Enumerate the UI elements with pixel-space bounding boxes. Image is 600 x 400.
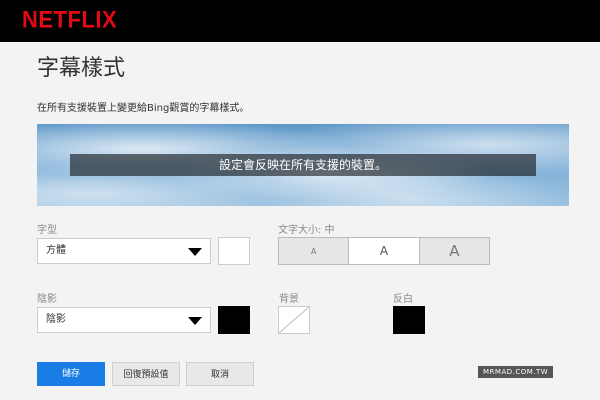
no-color-icon	[279, 307, 309, 333]
window-label: 反白	[393, 294, 413, 305]
preview-caption: 設定會反映在所有支援的裝置。	[70, 154, 536, 176]
shadow-select[interactable]: 陰影	[37, 307, 211, 333]
font-select-value: 方體	[46, 245, 66, 256]
top-bar: NETFLIX	[0, 0, 600, 42]
shadow-select-value: 陰影	[46, 314, 66, 325]
background-color-swatch[interactable]	[278, 306, 310, 334]
chevron-down-icon	[188, 248, 202, 256]
text-size-large[interactable]: A	[419, 238, 489, 264]
cancel-button[interactable]: 取消	[186, 362, 254, 386]
background-label: 背景	[279, 294, 299, 305]
text-size-medium[interactable]: A	[349, 238, 420, 264]
text-size-small[interactable]: A	[279, 238, 350, 264]
shadow-color-swatch[interactable]	[218, 306, 250, 334]
chevron-down-icon	[188, 317, 202, 325]
font-select[interactable]: 方體	[37, 238, 211, 264]
window-color-swatch[interactable]	[393, 306, 425, 334]
page-title: 字幕樣式	[37, 56, 126, 81]
shadow-label: 陰影	[37, 294, 57, 305]
netflix-logo[interactable]: NETFLIX	[22, 6, 117, 34]
font-color-swatch[interactable]	[218, 237, 250, 265]
subtitle-preview: 設定會反映在所有支援的裝置。	[37, 124, 569, 206]
text-size-label: 文字大小: 中	[278, 225, 335, 236]
text-size-selector: A A A	[278, 237, 490, 265]
reset-button[interactable]: 回復預設值	[112, 362, 180, 386]
page-subtitle: 在所有支援裝置上變更給Bing觀賞的字幕樣式。	[37, 103, 250, 114]
font-label: 字型	[37, 225, 57, 236]
save-button[interactable]: 儲存	[37, 362, 105, 386]
watermark: MRMAD.COM.TW	[478, 366, 554, 378]
